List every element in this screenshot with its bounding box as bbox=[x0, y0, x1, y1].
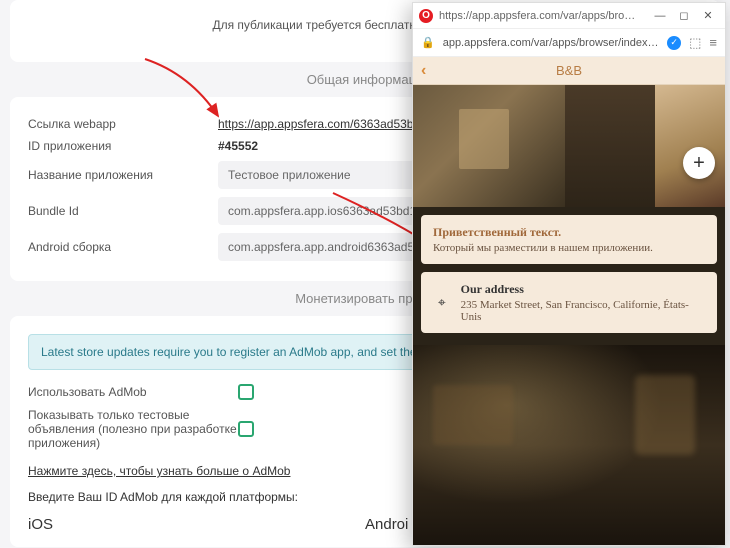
label-bundle-id: Bundle Id bbox=[28, 204, 218, 218]
browser-addressbar: 🔒 app.appsfera.com/var/apps/browser/inde… bbox=[413, 29, 725, 57]
close-button[interactable]: ✕ bbox=[697, 6, 719, 26]
maximize-button[interactable]: ◻ bbox=[673, 6, 695, 26]
address-url[interactable]: app.appsfera.com/var/apps/browser/index-… bbox=[443, 37, 659, 49]
checkbox-use-admob[interactable] bbox=[238, 384, 254, 400]
hero-image-3 bbox=[655, 85, 725, 207]
label-test-ads: Показывать только тестовые объявления (п… bbox=[28, 408, 238, 450]
back-icon[interactable]: ‹ bbox=[421, 62, 426, 80]
lock-icon: 🔒 bbox=[421, 36, 435, 49]
hero-image-1 bbox=[413, 85, 565, 207]
address-text: 235 Market Street, San Francisco, Califo… bbox=[461, 299, 705, 323]
welcome-card: Приветственный текст. Который мы размест… bbox=[421, 215, 717, 264]
hero-image-strip bbox=[413, 85, 725, 207]
webapp-link[interactable]: https://app.appsfera.com/6363ad53bd2f8 bbox=[218, 117, 437, 131]
titlebar-url: https://app.appsfera.com/var/apps/browse… bbox=[439, 10, 643, 22]
app-preview-title: B&B bbox=[556, 63, 582, 78]
background-image bbox=[413, 345, 725, 545]
browser-titlebar: O https://app.appsfera.com/var/apps/brow… bbox=[413, 3, 725, 29]
hero-image-2 bbox=[565, 85, 655, 207]
fab-add-button[interactable]: + bbox=[683, 147, 715, 179]
welcome-text: Который мы разместили в нашем приложении… bbox=[433, 242, 705, 254]
label-android-build: Android сборка bbox=[28, 240, 218, 254]
menu-icon[interactable]: ≡ bbox=[709, 35, 717, 50]
app-preview-header: ‹ B&B bbox=[413, 57, 725, 85]
checkbox-test-ads[interactable] bbox=[238, 421, 254, 437]
shield-icon[interactable]: ✓ bbox=[667, 36, 681, 50]
value-app-id: #45552 bbox=[218, 139, 258, 153]
app-preview-body: + Приветственный текст. Который мы разме… bbox=[413, 85, 725, 545]
location-icon: ⌖ bbox=[433, 294, 451, 312]
extensions-icon[interactable]: ⬚ bbox=[689, 35, 701, 51]
link-learn-admob[interactable]: Нажмите здесь, чтобы узнать больше о AdM… bbox=[28, 464, 290, 478]
address-title: Our address bbox=[461, 282, 705, 297]
label-webapp-link: Ссылка webapp bbox=[28, 117, 218, 131]
minimize-button[interactable]: — bbox=[649, 6, 671, 26]
label-app-name: Название приложения bbox=[28, 168, 218, 182]
opera-icon: O bbox=[419, 9, 433, 23]
label-app-id: ID приложения bbox=[28, 139, 218, 153]
browser-window: O https://app.appsfera.com/var/apps/brow… bbox=[412, 2, 726, 546]
platform-ios: iOS bbox=[28, 516, 365, 533]
label-use-admob: Использовать AdMob bbox=[28, 385, 238, 399]
address-card[interactable]: ⌖ Our address 235 Market Street, San Fra… bbox=[421, 272, 717, 333]
welcome-title: Приветственный текст. bbox=[433, 225, 705, 240]
